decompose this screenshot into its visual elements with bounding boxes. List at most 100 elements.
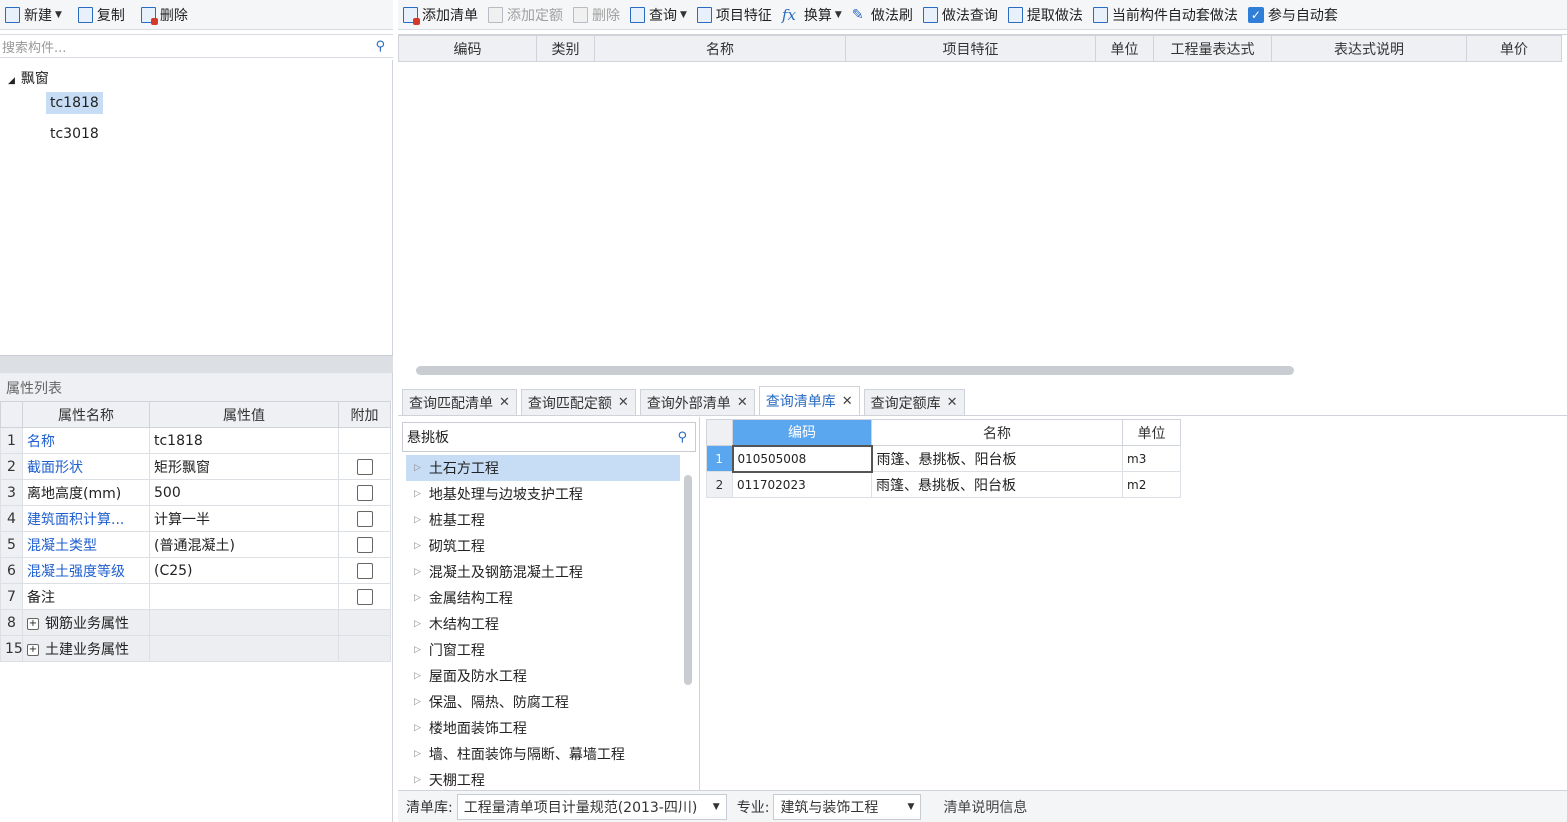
add-list-icon	[403, 6, 420, 25]
spec-label: 专业:	[736, 799, 770, 816]
tree-item[interactable]: ▷ 屋面及防水工程	[414, 663, 527, 689]
chevron-down-icon: ▼	[907, 801, 915, 812]
corner-cell	[706, 419, 733, 446]
expand-arrow-icon: ▷	[414, 593, 421, 603]
tree-item[interactable]: ▷ 楼地面装饰工程	[414, 715, 527, 741]
tree-item[interactable]: tc1818	[46, 92, 103, 114]
expand-arrow-icon: ▷	[414, 619, 421, 629]
expand-arrow-icon: ▷	[414, 645, 421, 655]
table-row: 6 混凝土强度等级 (C25)	[0, 557, 391, 584]
attach-checkbox[interactable]	[356, 484, 373, 501]
property-panel: 属性列表 属性名称 属性值 附加 1 名称 tc1818 2 截面形状 矩形飘窗…	[0, 373, 393, 822]
delete-icon	[573, 6, 588, 23]
library-search-input[interactable]: 悬挑板 ⚲	[402, 422, 696, 452]
column-header[interactable]: 名称	[871, 419, 1123, 446]
method-brush-button[interactable]: ✎ 做法刷	[847, 2, 918, 28]
horizontal-scrollbar[interactable]	[416, 366, 1294, 375]
copy-icon	[77, 6, 93, 23]
attach-checkbox[interactable]	[356, 588, 373, 605]
tree-item[interactable]: ▷ 土石方工程	[406, 455, 680, 481]
close-icon[interactable]: ✕	[499, 395, 510, 410]
library-select[interactable]: 工程量清单项目计量规范(2013-四川) ▼	[456, 793, 727, 820]
tab-list-library[interactable]: 查询清单库 ✕	[758, 386, 860, 415]
result-table: 编码 名称 单位 1 010505008 雨篷、悬挑板、阳台板 m3 2 011…	[706, 419, 1181, 498]
auto-join-checkbox[interactable]: ✓ 参与自动套	[1243, 2, 1343, 28]
delete-button[interactable]: 删除	[136, 2, 193, 28]
tree-item[interactable]: ▷ 木结构工程	[414, 611, 499, 637]
checkmark-icon: ✓	[1247, 6, 1264, 23]
tab-external-list[interactable]: 查询外部清单 ✕	[639, 389, 755, 415]
attach-checkbox[interactable]	[356, 562, 373, 579]
tab-match-quota[interactable]: 查询匹配定额 ✕	[520, 389, 636, 415]
table-row[interactable]: 1 010505008 雨篷、悬挑板、阳台板 m3	[706, 444, 1181, 473]
tree-item[interactable]: ▷ 门窗工程	[414, 637, 485, 663]
column-header: 名称	[594, 35, 846, 62]
attach-checkbox[interactable]	[356, 510, 373, 527]
search-icon[interactable]: ⚲	[677, 430, 687, 445]
query-button[interactable]: 查询 ▼	[625, 2, 692, 28]
add-list-button[interactable]: 添加清单	[398, 2, 483, 28]
query-tabbar: 查询匹配清单 ✕ 查询匹配定额 ✕ 查询外部清单 ✕ 查询清单库 ✕ 查询定额库 ✕	[398, 386, 1567, 416]
method-table: 编码 类别 名称 项目特征 单位 工程量表达式 表达式说明 单价	[398, 35, 1562, 62]
search-icon[interactable]: ⚲	[375, 39, 385, 54]
delete-item-button[interactable]: 删除	[568, 2, 625, 28]
table-row[interactable]: 2 011702023 雨篷、悬挑板、阳台板 m2	[706, 471, 1181, 498]
tree-item[interactable]: ▷ 桩基工程	[414, 507, 485, 533]
method-query-icon	[922, 6, 938, 23]
component-search-input[interactable]: 搜索构件... ⚲	[0, 34, 393, 58]
close-icon[interactable]: ✕	[737, 395, 748, 410]
tree-root[interactable]: ◢ 飘窗	[8, 68, 49, 88]
table-row: 5 混凝土类型 (普通混凝土)	[0, 531, 391, 558]
expand-arrow-icon: ▷	[414, 749, 421, 759]
property-list-title: 属性列表	[0, 373, 392, 401]
attach-checkbox[interactable]	[356, 458, 373, 475]
expand-icon[interactable]: +	[27, 617, 39, 630]
tree-item[interactable]: ▷ 保温、隔热、防腐工程	[414, 689, 569, 715]
tree-item[interactable]: ▷ 墙、柱面装饰与隔断、幕墙工程	[414, 741, 625, 767]
column-header: 单价	[1466, 35, 1562, 62]
tree-item[interactable]: ▷ 金属结构工程	[414, 585, 513, 611]
tree-item[interactable]: ▷ 混凝土及钢筋混凝土工程	[414, 559, 583, 585]
query-icon	[630, 6, 645, 23]
list-info-link[interactable]: 清单说明信息	[943, 797, 1027, 817]
extract-icon	[1007, 6, 1023, 23]
vertical-scrollbar[interactable]	[684, 475, 692, 685]
component-tree: ◢ 飘窗 tc1818 tc3018	[0, 60, 393, 355]
attach-checkbox[interactable]	[356, 536, 373, 553]
new-button[interactable]: 新建 ▼	[0, 2, 67, 28]
column-header: 属性值	[149, 401, 339, 428]
splitter[interactable]	[0, 355, 393, 373]
method-query-button[interactable]: 做法查询	[918, 2, 1003, 28]
tree-item[interactable]: ▷ 地基处理与边坡支护工程	[414, 481, 583, 507]
auto-method-button[interactable]: 当前构件自动套做法	[1088, 2, 1243, 28]
convert-button[interactable]: fx 换算 ▼	[777, 2, 847, 28]
left-toolbar: 新建 ▼ 复制 删除	[0, 0, 393, 30]
close-icon[interactable]: ✕	[618, 395, 629, 410]
brush-icon: ✎	[851, 6, 864, 23]
column-header[interactable]: 单位	[1122, 419, 1181, 446]
result-panel: 编码 名称 单位 1 010505008 雨篷、悬挑板、阳台板 m3 2 011…	[706, 419, 1567, 790]
expand-arrow-icon: ▷	[414, 541, 421, 551]
tree-item[interactable]: tc3018	[50, 126, 99, 142]
column-header: 项目特征	[845, 35, 1096, 62]
extract-method-button[interactable]: 提取做法	[1003, 2, 1088, 28]
column-header: 单位	[1095, 35, 1154, 62]
tree-item[interactable]: ▷ 砌筑工程	[414, 533, 485, 559]
add-quota-button[interactable]: 添加定额	[483, 2, 568, 28]
copy-button[interactable]: 复制	[73, 2, 130, 28]
expand-icon[interactable]: +	[27, 643, 39, 656]
table-row: 4 建筑面积计算... 计算一半	[0, 505, 391, 532]
table-row: 7 备注	[0, 583, 391, 610]
add-quota-icon	[488, 6, 503, 23]
tab-match-list[interactable]: 查询匹配清单 ✕	[402, 389, 517, 415]
tab-quota-library[interactable]: 查询定额库 ✕	[863, 389, 965, 415]
close-icon[interactable]: ✕	[842, 394, 853, 409]
column-header[interactable]: 编码	[732, 419, 872, 446]
column-header: 编码	[398, 35, 537, 62]
spec-select[interactable]: 建筑与装饰工程 ▼	[773, 793, 922, 820]
main-toolbar: 添加清单 添加定额 删除 查询 ▼ 项目特征 fx 换算 ▼ ✎ 做法刷 做法查询 提取…	[398, 0, 1567, 30]
close-icon[interactable]: ✕	[947, 395, 958, 410]
tree-item[interactable]: ▷ 天棚工程	[414, 767, 485, 790]
item-feature-icon	[696, 6, 712, 23]
item-feature-button[interactable]: 项目特征	[692, 2, 777, 28]
